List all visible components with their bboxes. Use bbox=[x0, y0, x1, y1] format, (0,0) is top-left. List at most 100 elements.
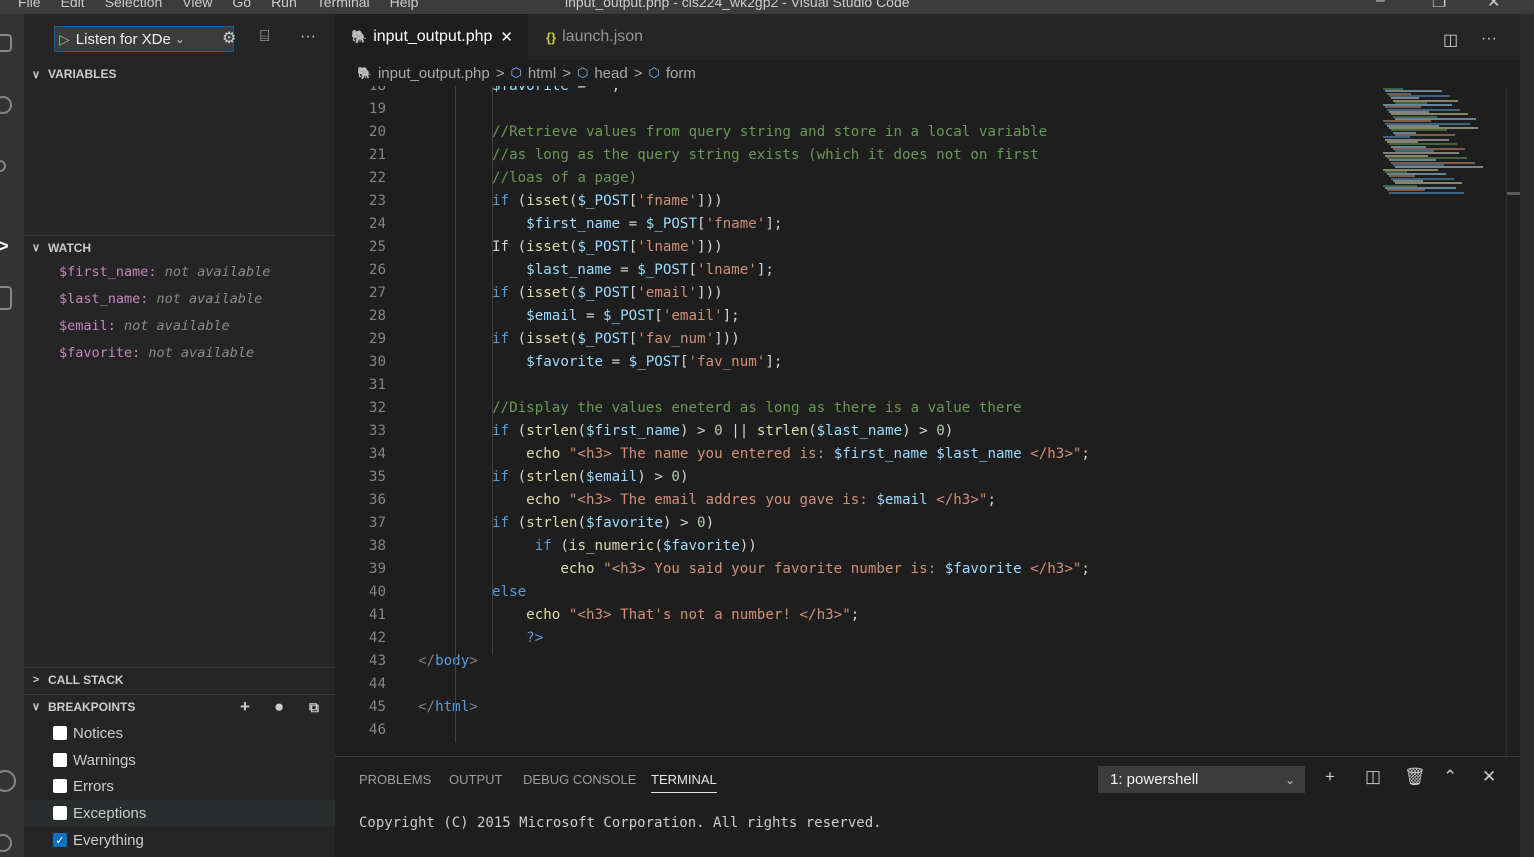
line-number: 43 bbox=[368, 653, 386, 669]
new-terminal-icon[interactable]: + bbox=[1325, 767, 1335, 787]
watch-title: WATCH bbox=[48, 240, 92, 255]
json-file-icon: {} bbox=[546, 29, 557, 45]
panel-tab-output[interactable]: OUTPUT bbox=[449, 772, 502, 787]
breakpoint-warnings[interactable]: Warnings bbox=[24, 747, 335, 773]
line-number: 18 bbox=[368, 86, 386, 94]
watch-section-header[interactable]: ∨ WATCH bbox=[24, 235, 335, 259]
watch-item[interactable]: $first_name: not available bbox=[59, 264, 270, 280]
line-code: else bbox=[492, 584, 527, 600]
symbol-icon: ⬡ bbox=[576, 65, 589, 80]
line-code: if (is_numeric($favorite)) bbox=[534, 538, 757, 554]
menu-view[interactable]: View bbox=[182, 0, 212, 10]
run-debug-icon[interactable]: > bbox=[0, 236, 9, 257]
split-editor-icon[interactable]: ◫ bbox=[1443, 30, 1458, 50]
menu-help[interactable]: Help bbox=[390, 0, 419, 10]
breakpoint-exceptions[interactable]: Exceptions bbox=[24, 800, 335, 826]
breadcrumb-item[interactable]: html bbox=[528, 65, 556, 82]
code-line: 23 if (isset($_POST['fname'])) bbox=[335, 190, 1371, 213]
call-stack-section-header[interactable]: > CALL STACK bbox=[24, 667, 335, 691]
breadcrumb-item[interactable]: form bbox=[666, 65, 696, 82]
debug-console-icon[interactable]: ⌸ bbox=[260, 28, 270, 46]
menu-run[interactable]: Run bbox=[271, 0, 297, 10]
restore-icon[interactable]: ❐ bbox=[1432, 0, 1446, 12]
more-actions-icon[interactable]: ··· bbox=[300, 28, 316, 46]
maximize-panel-icon[interactable]: ⌃ bbox=[1443, 767, 1457, 787]
breakpoints-section-header[interactable]: ∨ BREAKPOINTS + ● ⧉ bbox=[24, 694, 335, 718]
close-panel-icon[interactable]: ✕ bbox=[1482, 767, 1496, 787]
line-code: $favorite = ""; bbox=[492, 86, 621, 94]
menu-file[interactable]: File bbox=[18, 0, 41, 10]
breakpoint-label: Exceptions bbox=[73, 804, 147, 822]
line-code: if (strlen($first_name) > 0 || strlen($l… bbox=[492, 423, 954, 439]
checkbox[interactable] bbox=[53, 726, 67, 740]
start-debug-icon[interactable]: ▷ bbox=[59, 31, 70, 48]
minimap[interactable] bbox=[1371, 86, 1506, 756]
editor-tab-bar: 🐘 input_output.php ✕ {} launch.json ◫ ··… bbox=[335, 14, 1534, 60]
checkbox[interactable] bbox=[53, 753, 67, 767]
checkbox[interactable] bbox=[53, 779, 67, 793]
menu-edit[interactable]: Edit bbox=[61, 0, 85, 10]
checkbox[interactable] bbox=[53, 806, 67, 820]
search-icon[interactable] bbox=[0, 96, 12, 114]
minimize-icon[interactable]: – bbox=[1376, 0, 1385, 10]
panel-tab-terminal[interactable]: TERMINAL bbox=[651, 772, 717, 793]
extensions-icon[interactable] bbox=[0, 286, 12, 310]
gear-icon[interactable]: ⚙ bbox=[222, 28, 236, 48]
close-window-icon[interactable]: ✕ bbox=[1487, 0, 1500, 12]
watch-item[interactable]: $email: not available bbox=[59, 318, 230, 334]
line-number: 26 bbox=[368, 262, 386, 278]
remove-all-breakpoints-icon[interactable]: ⧉ bbox=[309, 699, 319, 716]
scroll-thumb[interactable] bbox=[1507, 192, 1521, 195]
code-line: 35 if (strlen($email) > 0) bbox=[335, 466, 1371, 489]
line-number: 36 bbox=[368, 492, 386, 508]
editor-scrollbar[interactable] bbox=[1506, 86, 1521, 756]
tab-launch-json[interactable]: {} launch.json bbox=[528, 14, 680, 60]
line-code: if (strlen($email) > 0) bbox=[492, 469, 689, 485]
panel-tab-debug-console[interactable]: DEBUG CONSOLE bbox=[523, 772, 636, 787]
terminal-select-value: 1: powershell bbox=[1110, 771, 1199, 788]
breakpoint-notices[interactable]: Notices bbox=[24, 720, 335, 746]
terminal-select[interactable]: 1: powershell ⌄ bbox=[1098, 766, 1305, 793]
menu-terminal[interactable]: Terminal bbox=[317, 0, 370, 10]
explorer-icon[interactable] bbox=[0, 34, 12, 52]
code-editor[interactable]: 18 $favorite = ""; 19 20 //Retrieve values f… bbox=[335, 86, 1371, 756]
breakpoint-label: Everything bbox=[73, 831, 144, 849]
line-number: 23 bbox=[368, 193, 386, 209]
source-control-icon[interactable] bbox=[0, 160, 6, 172]
watch-item[interactable]: $favorite: not available bbox=[59, 345, 254, 361]
more-actions-icon[interactable]: ··· bbox=[1481, 30, 1497, 48]
variables-section-header[interactable]: ∨ VARIABLES bbox=[24, 62, 335, 86]
watch-item[interactable]: $last_name: not available bbox=[59, 291, 262, 307]
account-icon[interactable] bbox=[0, 770, 16, 792]
line-code: //Retrieve values from query string and … bbox=[492, 124, 1048, 140]
tab-label: launch.json bbox=[562, 28, 644, 45]
title-bar: File Edit Selection View Go Run Terminal… bbox=[0, 0, 1534, 14]
line-number: 33 bbox=[368, 423, 386, 439]
breadcrumb-item[interactable]: input_output.php bbox=[378, 65, 490, 82]
panel-tab-problems[interactable]: PROBLEMS bbox=[359, 772, 431, 787]
settings-gear-icon[interactable] bbox=[0, 834, 12, 852]
breakpoint-errors[interactable]: Errors bbox=[24, 773, 335, 799]
add-breakpoint-icon[interactable]: + bbox=[240, 697, 250, 717]
trash-icon[interactable]: 🗑 bbox=[1404, 767, 1426, 787]
tab-input-output-php[interactable]: 🐘 input_output.php ✕ bbox=[335, 14, 528, 60]
line-number: 19 bbox=[368, 101, 386, 117]
line-number: 22 bbox=[368, 170, 386, 186]
terminal-output[interactable]: Copyright (C) 2015 Microsoft Corporation… bbox=[359, 815, 882, 831]
debug-config-select[interactable]: ▷ Listen for XDe ⌄ bbox=[54, 26, 234, 52]
breakpoints-title: BREAKPOINTS bbox=[48, 699, 136, 714]
code-line: 46 bbox=[335, 719, 1371, 742]
toggle-breakpoints-icon[interactable]: ● bbox=[274, 697, 284, 717]
line-number: 39 bbox=[368, 561, 386, 577]
split-terminal-icon[interactable]: ◫ bbox=[1365, 767, 1381, 787]
checkbox-checked[interactable]: ✓ bbox=[53, 833, 67, 847]
watch-value: not available bbox=[148, 345, 255, 361]
menu-selection[interactable]: Selection bbox=[105, 0, 163, 10]
line-number: 30 bbox=[368, 354, 386, 370]
menu-go[interactable]: Go bbox=[232, 0, 251, 10]
line-number: 27 bbox=[368, 285, 386, 301]
breakpoint-everything[interactable]: ✓ Everything bbox=[24, 827, 335, 853]
watch-name: $last_name: bbox=[59, 291, 149, 307]
close-icon[interactable]: ✕ bbox=[500, 28, 513, 46]
breadcrumb-item[interactable]: head bbox=[594, 65, 627, 82]
